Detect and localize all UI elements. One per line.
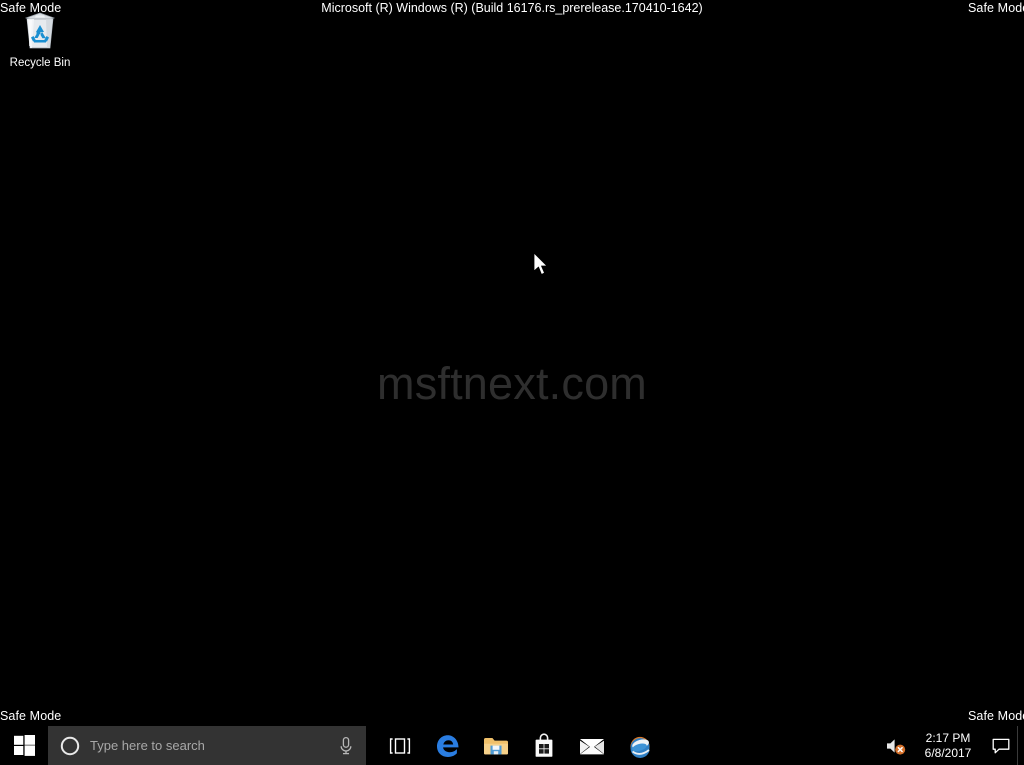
pinned-apps-strip — [376, 726, 664, 765]
recycle-bin-icon — [24, 12, 56, 49]
site-watermark: msftnext.com — [377, 358, 647, 409]
desktop-icon-label: Recycle Bin — [9, 57, 71, 69]
safe-mode-label-bottom-right: Safe Mode — [968, 709, 1024, 723]
safe-mode-label-top-right: Safe Mode — [968, 1, 1024, 15]
edge-icon — [437, 734, 459, 757]
file-explorer-button[interactable] — [472, 726, 520, 765]
windows-build-string: Microsoft (R) Windows (R) (Build 16176.r… — [321, 1, 703, 15]
desktop-surface[interactable]: Microsoft (R) Windows (R) (Build 16176.r… — [0, 0, 1024, 726]
task-view-button[interactable] — [376, 726, 424, 765]
safe-mode-label-bottom-left: Safe Mode — [0, 709, 62, 723]
envelope-icon — [580, 738, 604, 754]
search-placeholder-text: Type here to search — [90, 737, 205, 753]
mail-button[interactable] — [568, 726, 616, 765]
taskbar-clock[interactable]: 2:17 PM 6/8/2017 — [911, 726, 985, 765]
windows-logo-icon — [13, 735, 35, 756]
folder-icon — [484, 737, 508, 754]
start-button[interactable] — [0, 726, 48, 765]
microsoft-store-button[interactable] — [520, 726, 568, 765]
arrow-cursor-icon — [533, 252, 548, 275]
search-input[interactable]: Type here to search — [48, 726, 366, 765]
store-bag-icon — [535, 732, 553, 757]
action-center-button[interactable] — [985, 726, 1017, 765]
show-desktop-button[interactable] — [1017, 726, 1024, 765]
microphone-icon[interactable] — [338, 736, 354, 756]
microsoft-edge-button[interactable] — [424, 726, 472, 765]
clock-date: 6/8/2017 — [924, 745, 972, 760]
desktop-icon-recycle-bin[interactable]: Recycle Bin — [4, 6, 76, 70]
taskbar-spacer — [664, 726, 881, 765]
task-view-icon — [389, 737, 411, 754]
speaker-muted-icon — [887, 738, 906, 755]
system-tray: 2:17 PM 6/8/2017 — [881, 726, 1024, 765]
taskbar: Type here to search 2:17 PM 6/8/2017 — [0, 726, 1024, 765]
speech-bubble-icon — [992, 738, 1010, 753]
web-browser-button[interactable] — [616, 726, 664, 765]
globe-orb-icon — [630, 736, 650, 758]
clock-time: 2:17 PM — [925, 730, 971, 745]
volume-button[interactable] — [881, 726, 911, 765]
cortana-circle-icon[interactable] — [60, 736, 80, 756]
